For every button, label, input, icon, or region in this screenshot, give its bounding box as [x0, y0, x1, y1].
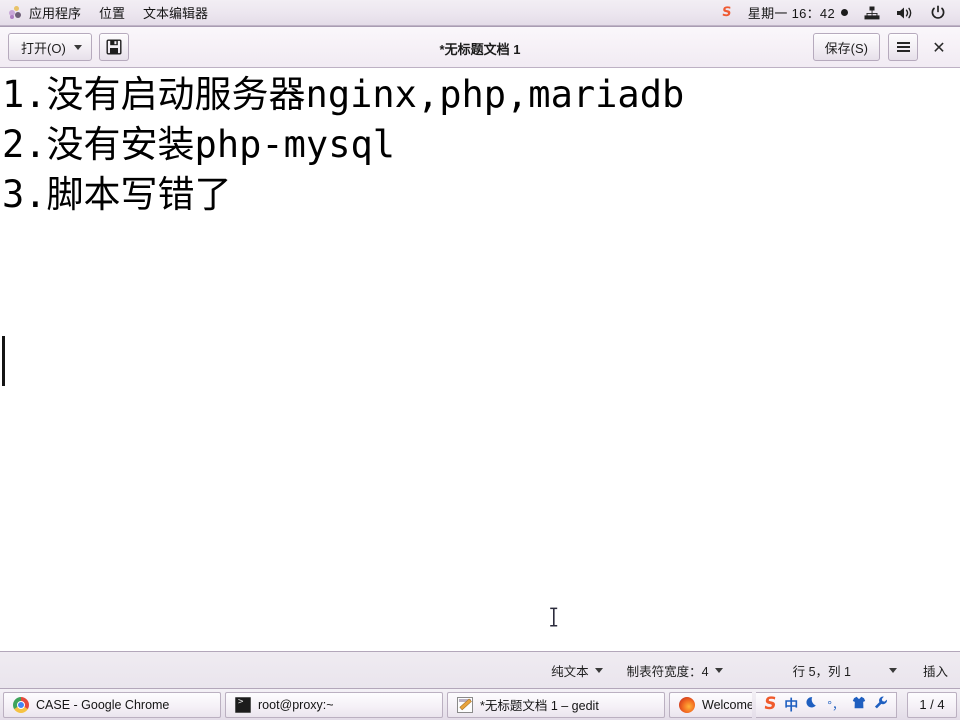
terminal-icon — [235, 696, 251, 713]
power-icon[interactable] — [922, 0, 954, 25]
panel-menu-places[interactable]: 位置 — [90, 0, 134, 25]
panel-menu-applications-label: 应用程序 — [29, 6, 82, 21]
syntax-selector[interactable]: 纯文本 — [551, 661, 603, 680]
ime-language-toggle[interactable]: 中 — [784, 698, 798, 712]
cursor-position-selector[interactable]: 行 5，列 1 — [793, 661, 897, 680]
insert-mode-indicator: 插入 — [923, 661, 948, 680]
desktop-screen: 应用程序 位置 文本编辑器 S 星期一 16：42 打开(O) *无标题文档 1… — [0, 0, 960, 720]
chevron-down-icon — [73, 44, 82, 50]
taskbar-item-terminal[interactable]: root@proxy:~ — [225, 691, 443, 718]
hamburger-menu-button[interactable] — [888, 33, 918, 61]
wrench-icon[interactable] — [874, 696, 888, 714]
taskbar-item-gedit-label: *无标题文档 1 – gedit — [480, 699, 599, 713]
text-editor-canvas[interactable]: 1.没有启动服务器nginx,php,mariadb 2.没有安装php-mys… — [0, 68, 960, 651]
gedit-icon — [457, 696, 473, 713]
open-button-label: 打开(O) — [21, 40, 66, 56]
firefox-icon — [679, 696, 695, 713]
panel-menu-text-editor[interactable]: 文本编辑器 — [134, 0, 217, 25]
taskbar-item-chrome-label: CASE - Google Chrome — [36, 697, 170, 712]
new-document-button[interactable] — [98, 33, 129, 61]
volume-icon[interactable] — [888, 0, 922, 25]
save-button-label: 保存(S) — [824, 40, 868, 56]
document-title-label: *无标题文档 1 — [439, 41, 521, 57]
bottom-taskbar: CASE - Google Chrome root@proxy:~ *无标题文档… — [0, 688, 960, 720]
panel-clock[interactable]: 星期一 16：42 — [740, 0, 856, 25]
network-icon[interactable] — [856, 0, 888, 25]
taskbar-item-terminal-label: root@proxy:~ — [258, 697, 334, 712]
open-button[interactable]: 打开(O) — [8, 33, 92, 61]
save-document-icon — [106, 39, 122, 55]
workspace-label: 1 / 4 — [919, 697, 945, 712]
insert-mode-label: 插入 — [922, 664, 948, 679]
workspace-indicator[interactable]: 1 / 4 — [907, 691, 957, 718]
headerbar-left-controls: 打开(O) — [8, 33, 129, 61]
tab-width-selector[interactable]: 制表符宽度：4 — [627, 661, 723, 680]
document-lines: 1.没有启动服务器nginx,php,mariadb 2.没有安装php-mys… — [0, 68, 960, 320]
chevron-down-icon — [594, 667, 603, 673]
shirt-icon[interactable] — [852, 696, 866, 714]
moon-icon[interactable] — [806, 696, 819, 714]
chrome-icon — [13, 696, 29, 713]
close-icon: ✕ — [932, 37, 946, 57]
taskbar-item-gedit[interactable]: *无标题文档 1 – gedit — [447, 691, 665, 718]
sogou-logo-icon: S — [721, 5, 733, 20]
panel-clock-label: 星期一 16：42 — [747, 6, 835, 21]
save-button[interactable]: 保存(S) — [812, 33, 880, 61]
syntax-label: 纯文本 — [551, 664, 589, 679]
cursor-position-label: 行 5，列 1 — [792, 664, 851, 679]
hamburger-menu-icon — [896, 42, 910, 52]
chevron-down-icon — [714, 667, 723, 673]
top-panel: 应用程序 位置 文本编辑器 S 星期一 16：42 — [0, 0, 960, 26]
taskbar-system-tray: S 中 °， — [755, 691, 897, 718]
recording-dot-icon — [841, 9, 848, 16]
tray-sogou-indicator[interactable]: S — [714, 0, 739, 25]
text-caret — [2, 336, 5, 386]
panel-menu-applications[interactable]: 应用程序 — [0, 0, 90, 25]
top-panel-tray: S 星期一 16：42 — [714, 0, 960, 25]
taskbar-item-firefox[interactable]: Welcome — [669, 691, 752, 718]
mouse-ibeam-cursor — [550, 607, 558, 627]
applications-icon — [9, 5, 24, 20]
gedit-headerbar: 打开(O) *无标题文档 1 保存(S) ✕ — [0, 26, 960, 68]
panel-menu-places-label: 位置 — [99, 6, 126, 21]
chevron-down-icon — [888, 667, 897, 673]
gedit-statusbar: 纯文本 制表符宽度：4 行 5，列 1 插入 — [0, 651, 960, 688]
panel-menu-text-editor-label: 文本编辑器 — [143, 6, 209, 21]
taskbar-item-chrome[interactable]: CASE - Google Chrome — [3, 691, 221, 718]
document-line: 1.没有启动服务器nginx,php,mariadb — [2, 73, 685, 116]
sogou-logo-icon[interactable]: S — [763, 694, 778, 714]
headerbar-right-controls: 保存(S) ✕ — [812, 33, 952, 61]
punctuation-toggle[interactable]: °， — [827, 699, 844, 711]
close-window-button[interactable]: ✕ — [926, 34, 952, 60]
tab-width-label: 制表符宽度：4 — [626, 664, 709, 679]
document-line: 2.没有安装php-mysql — [2, 123, 396, 166]
document-line: 3.脚本写错了 — [2, 173, 232, 216]
top-panel-menus: 应用程序 位置 文本编辑器 — [0, 0, 217, 25]
taskbar-item-firefox-label: Welcome — [702, 697, 752, 712]
